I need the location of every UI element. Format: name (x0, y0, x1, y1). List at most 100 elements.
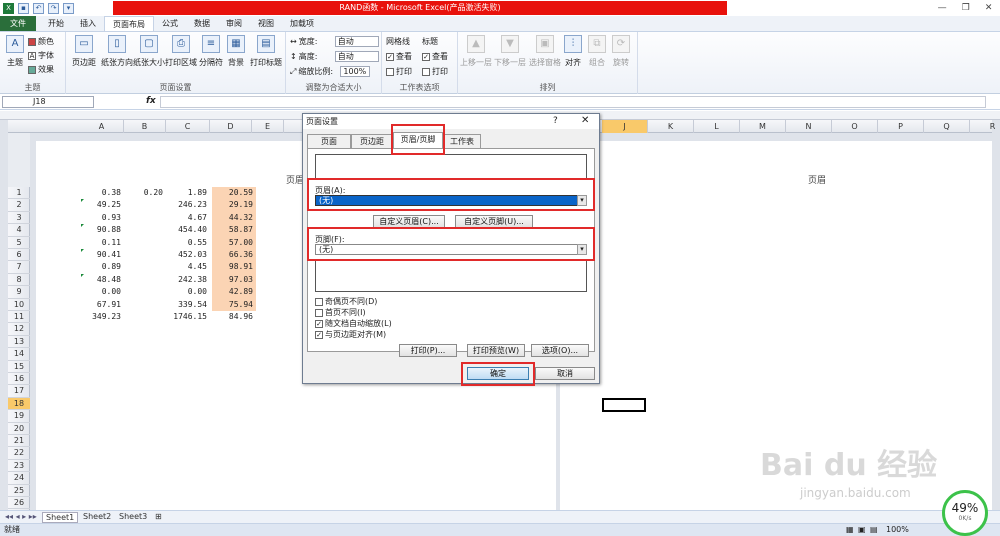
row-header-11[interactable]: 11 (8, 311, 30, 324)
column-header-Q[interactable]: Q (924, 120, 970, 133)
column-header-P[interactable]: P (878, 120, 924, 133)
restore-icon[interactable]: ❐ (962, 3, 970, 13)
dialog-tab-sheet[interactable]: 工作表 (443, 134, 481, 148)
cell-C6[interactable]: 452.03 (166, 249, 210, 261)
row-header-21[interactable]: 21 (8, 435, 30, 448)
cell-A10[interactable]: 67.91 (80, 299, 124, 311)
row-header-12[interactable]: 12 (8, 323, 30, 336)
print-titles-button[interactable]: ▤ 打印标题 (248, 35, 284, 68)
row-header-25[interactable]: 25 (8, 485, 30, 497)
headings-print-checkbox[interactable]: 打印 (422, 66, 448, 77)
margins-button[interactable]: ▭ 页边距 (70, 35, 98, 68)
dialog-checkbox-2[interactable]: ✓ 随文档自动缩放(L) (315, 318, 392, 329)
group-button[interactable]: ⧉ 组合 (586, 35, 608, 68)
row-header-1[interactable]: 1 (8, 187, 30, 200)
cell-D5[interactable]: 57.00 (212, 236, 256, 249)
dialog-tab-page[interactable]: 页面 (307, 134, 351, 148)
dialog-checkbox-3[interactable]: ✓ 与页边距对齐(M) (315, 329, 386, 340)
cell-A9[interactable]: 0.00 (80, 286, 124, 298)
orientation-button[interactable]: ▯ 纸张方向 (100, 35, 134, 68)
print-preview-button[interactable]: 打印预览(W) (467, 344, 525, 357)
dialog-checkbox-1[interactable]: 首页不同(I) (315, 307, 366, 318)
row-header-8[interactable]: 8 (8, 274, 30, 287)
cell-C5[interactable]: 0.55 (166, 237, 210, 249)
row-header-6[interactable]: 6 (8, 249, 30, 262)
width-select[interactable]: 自动 (334, 36, 379, 47)
height-select[interactable]: 自动 (334, 51, 379, 62)
dialog-tab-header-footer[interactable]: 页眉/页脚 (393, 132, 443, 149)
row-header-10[interactable]: 10 (8, 299, 30, 311)
footer-select[interactable]: (无) (315, 244, 587, 255)
row-header-22[interactable]: 22 (8, 447, 30, 460)
row-header-23[interactable]: 23 (8, 460, 30, 473)
cell-A11[interactable]: 349.23 (80, 311, 124, 323)
row-header-14[interactable]: 14 (8, 348, 30, 361)
column-header-K[interactable]: K (648, 120, 694, 133)
cell-C8[interactable]: 242.38 (166, 274, 210, 286)
ok-button[interactable]: 确定 (467, 367, 529, 380)
cell-D2[interactable]: 29.19 (212, 199, 256, 212)
formula-input[interactable] (160, 96, 986, 108)
row-header-5[interactable]: 5 (8, 237, 30, 249)
tab-nav-icons[interactable]: ◂◂ ◂ ▸ ▸▸ (2, 512, 40, 521)
cell-A2[interactable]: 49.25 (80, 199, 124, 211)
gridlines-print-checkbox[interactable]: 打印 (386, 66, 412, 77)
redo-icon[interactable]: ↷ (48, 2, 59, 14)
custom-header-button[interactable]: 自定义页眉(C)... (373, 215, 445, 228)
cell-C1[interactable]: 1.89 (166, 187, 210, 199)
cell-A3[interactable]: 0.93 (80, 212, 124, 224)
bring-forward-button[interactable]: ▲ 上移一层 (460, 35, 492, 68)
cell-C10[interactable]: 339.54 (166, 299, 210, 311)
row-header-7[interactable]: 7 (8, 261, 30, 274)
cell-D8[interactable]: 97.03 (212, 273, 256, 287)
row-header-16[interactable]: 16 (8, 373, 30, 386)
column-header-L[interactable]: L (694, 120, 740, 133)
cell-A1[interactable]: 0.38 (80, 187, 124, 199)
cell-D1[interactable]: 20.59 (212, 187, 256, 200)
selection-pane-button[interactable]: ▣ 选择窗格 (528, 35, 562, 68)
align-button[interactable]: ⫶ 对齐 (562, 35, 584, 68)
scale-input[interactable]: 100% (340, 66, 371, 77)
cell-C9[interactable]: 0.00 (166, 286, 210, 298)
fx-icon[interactable]: fx (146, 96, 156, 106)
column-header-E[interactable]: E (252, 120, 284, 133)
row-header-19[interactable]: 19 (8, 410, 30, 423)
help-icon[interactable]: ? (553, 116, 558, 126)
chevron-down-icon[interactable]: ▾ (577, 195, 587, 206)
tab-addins[interactable]: 加载项 (282, 16, 322, 31)
cancel-button[interactable]: 取消 (535, 367, 595, 380)
tab-insert[interactable]: 插入 (72, 16, 104, 31)
close-icon[interactable]: ✕ (985, 3, 993, 13)
cell-D10[interactable]: 75.94 (212, 298, 256, 311)
column-header-J[interactable]: J (602, 120, 648, 133)
options-button[interactable]: 选项(O)... (531, 344, 589, 357)
cell-C7[interactable]: 4.45 (166, 261, 210, 273)
cell-A4[interactable]: 90.88 (80, 224, 124, 236)
tab-data[interactable]: 数据 (186, 16, 218, 31)
tab-formulas[interactable]: 公式 (154, 16, 186, 31)
colors-button[interactable]: 颜色 (28, 36, 54, 47)
cell-D3[interactable]: 44.32 (212, 211, 256, 225)
dialog-tab-margins[interactable]: 页边距 (351, 134, 393, 148)
tab-review[interactable]: 审阅 (218, 16, 250, 31)
themes-button[interactable]: A 主题 (4, 35, 26, 68)
selected-cell-j18[interactable] (602, 398, 646, 412)
row-header-26[interactable]: 26 (8, 497, 30, 510)
sheet-tab-2[interactable]: Sheet2 (80, 512, 114, 521)
tab-view[interactable]: 视图 (250, 16, 282, 31)
cell-A6[interactable]: 90.41 (80, 249, 124, 261)
column-header-B[interactable]: B (124, 120, 166, 133)
undo-icon[interactable]: ↶ (33, 2, 44, 14)
column-header-O[interactable]: O (832, 120, 878, 133)
name-box[interactable]: J18 (2, 96, 94, 108)
minimize-icon[interactable]: — (938, 3, 947, 13)
print-button[interactable]: 打印(P)... (399, 344, 457, 357)
cell-C2[interactable]: 246.23 (166, 199, 210, 211)
insert-sheet-icon[interactable]: ⊞ (152, 512, 165, 521)
cell-A7[interactable]: 0.89 (80, 261, 124, 273)
row-header-13[interactable]: 13 (8, 336, 30, 349)
size-button[interactable]: ▢ 纸张大小 (132, 35, 166, 68)
header-select[interactable]: (无) (315, 195, 587, 206)
row-header-18[interactable]: 18 (8, 397, 30, 411)
column-header-M[interactable]: M (740, 120, 786, 133)
